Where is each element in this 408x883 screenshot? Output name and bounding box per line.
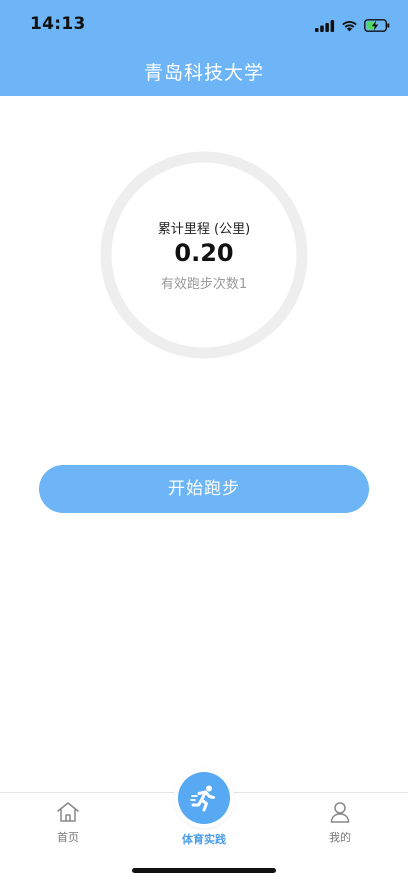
battery-charging-icon	[364, 17, 390, 36]
tab-home-label: 首页	[57, 831, 79, 844]
home-icon	[28, 801, 108, 827]
tab-home[interactable]: 首页	[28, 801, 108, 845]
ring-content: 累计里程 (公里) 0.20 有效跑步次数1	[100, 151, 308, 359]
wifi-icon	[341, 17, 358, 36]
home-indicator	[132, 868, 276, 873]
app-header: 14:13 青岛科技大学	[0, 0, 408, 96]
tab-sport-practice[interactable]: 体育实践	[164, 828, 244, 847]
tab-me-label: 我的	[329, 831, 351, 844]
app-screen: 14:13 青岛科技大学 累计里程 (公里) 0.20 有效跑步次数1 开始跑步…	[0, 0, 408, 883]
distance-ring: 累计里程 (公里) 0.20 有效跑步次数1	[100, 151, 308, 359]
status-icons	[315, 17, 390, 36]
status-time: 14:13	[30, 14, 86, 34]
total-distance-value: 0.20	[174, 239, 234, 267]
cellular-signal-icon	[315, 17, 335, 36]
user-icon	[300, 801, 380, 827]
start-run-button[interactable]: 开始跑步	[39, 465, 369, 513]
sport-practice-fab[interactable]	[178, 772, 230, 824]
tab-me[interactable]: 我的	[300, 801, 380, 845]
valid-runs-count: 有效跑步次数1	[160, 277, 248, 292]
tab-sport-practice-label: 体育实践	[182, 833, 226, 846]
total-distance-label: 累计里程 (公里)	[157, 222, 251, 237]
page-title: 青岛科技大学	[143, 62, 264, 84]
runner-icon	[190, 785, 215, 812]
